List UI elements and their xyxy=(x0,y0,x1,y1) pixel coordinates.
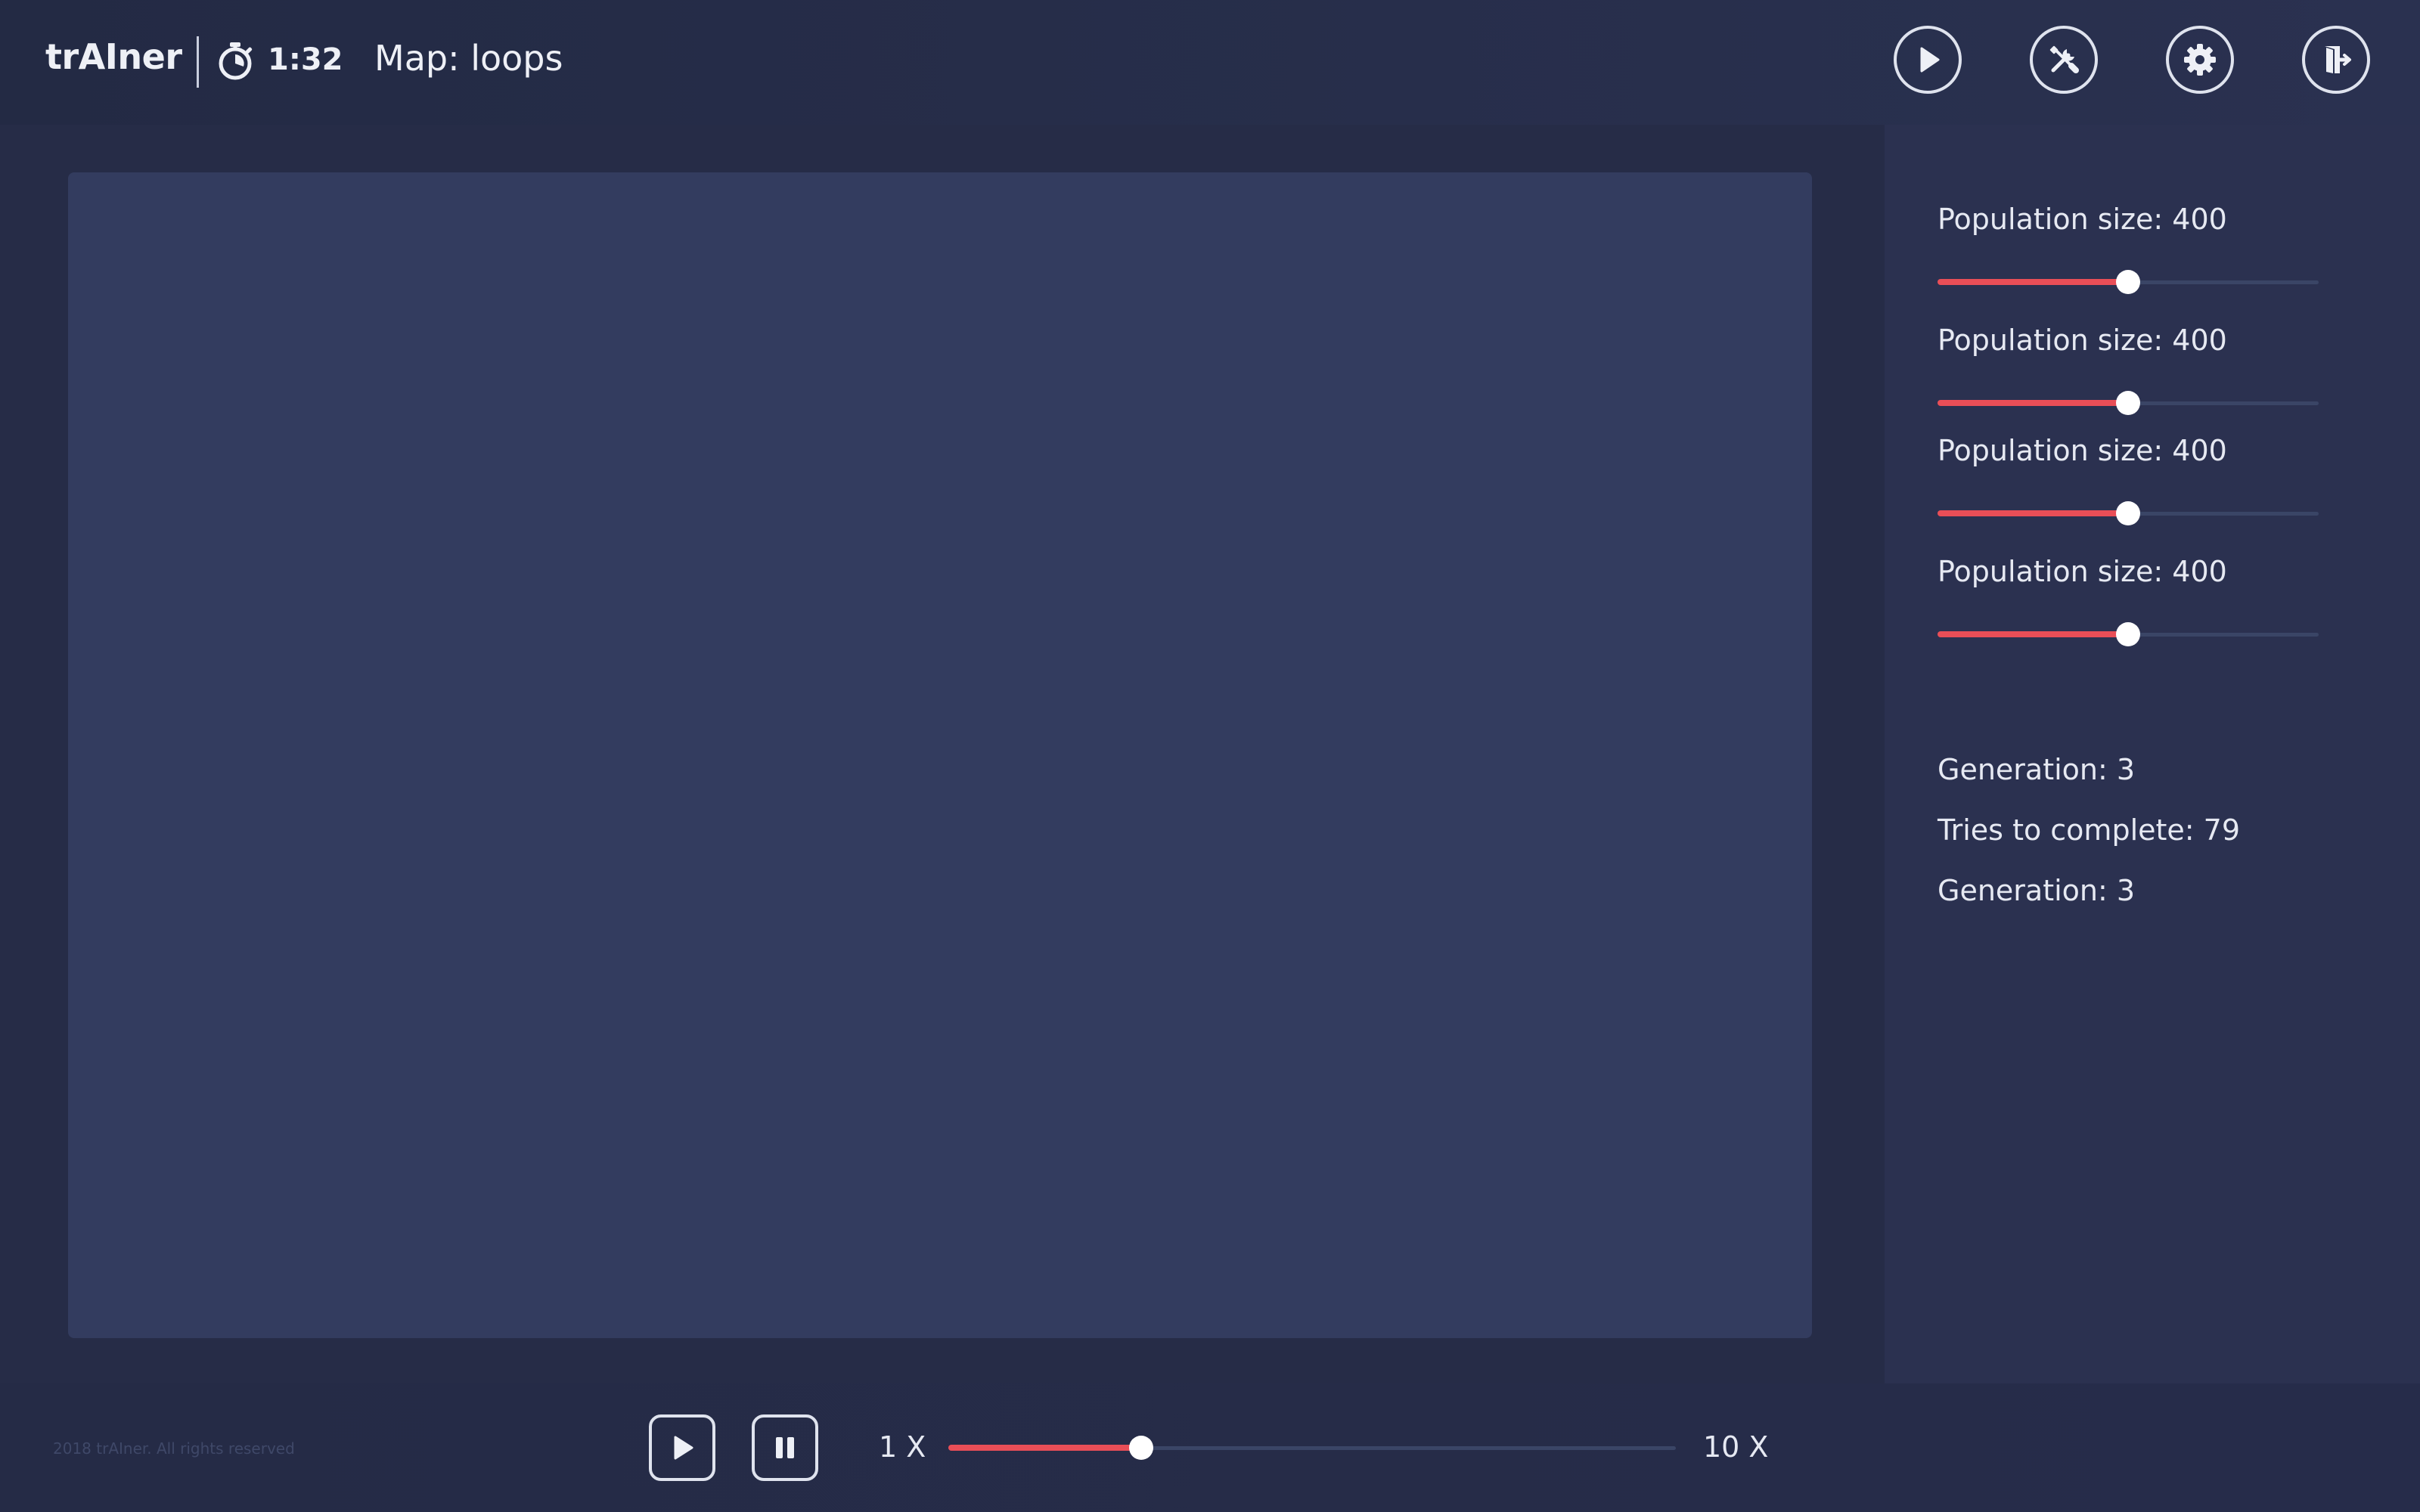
param-label: Population size: 400 xyxy=(1938,324,2227,357)
tools-icon xyxy=(2049,45,2079,73)
population-slider[interactable] xyxy=(1938,622,2319,646)
gear-icon xyxy=(2184,44,2216,76)
run-button[interactable] xyxy=(1894,26,1962,94)
param-population-1: Population size: 400 xyxy=(1938,203,2323,294)
param-label: Population size: 400 xyxy=(1938,203,2227,236)
tools-button[interactable] xyxy=(2030,26,2098,94)
param-label: Population size: 400 xyxy=(1938,555,2227,588)
play-icon xyxy=(674,1436,693,1460)
population-slider[interactable] xyxy=(1938,501,2319,525)
slider-thumb[interactable] xyxy=(1128,1436,1153,1460)
app-logo: trAIner xyxy=(45,36,182,77)
pause-button[interactable] xyxy=(752,1414,818,1481)
stat-generation-2: Generation: 3 xyxy=(1938,874,2136,907)
map-name: Map: loops xyxy=(374,38,563,79)
param-population-4: Population size: 400 xyxy=(1938,555,2323,646)
exit-button[interactable] xyxy=(2302,26,2370,94)
timer-value: 1:32 xyxy=(268,42,343,77)
slider-thumb[interactable] xyxy=(2116,501,2140,525)
stat-generation: Generation: 3 xyxy=(1938,753,2136,786)
speed-slider[interactable] xyxy=(948,1436,1676,1460)
slider-thumb[interactable] xyxy=(2116,270,2140,294)
param-population-3: Population size: 400 xyxy=(1938,434,2323,525)
pause-icon xyxy=(776,1437,794,1458)
speed-max-label: 10 X xyxy=(1703,1430,1769,1464)
exit-icon xyxy=(2325,46,2351,76)
param-population-2: Population size: 400 xyxy=(1938,324,2323,415)
settings-button[interactable] xyxy=(2166,26,2234,94)
simulation-canvas[interactable] xyxy=(68,172,1812,1338)
param-label: Population size: 400 xyxy=(1938,434,2227,467)
header-divider xyxy=(197,36,199,88)
copyright-text: 2018 trAIner. All rights reserved xyxy=(53,1439,295,1458)
population-slider[interactable] xyxy=(1938,391,2319,415)
speed-min-label: 1 X xyxy=(879,1430,926,1464)
play-button[interactable] xyxy=(649,1414,715,1481)
stat-tries-to-complete: Tries to complete: 79 xyxy=(1938,813,2241,847)
play-icon xyxy=(1920,47,1940,73)
slider-thumb[interactable] xyxy=(2116,391,2140,415)
stopwatch-icon xyxy=(219,42,253,80)
top-bar: trAIner 1:32 Map: loops xyxy=(0,0,2420,125)
slider-thumb[interactable] xyxy=(2116,622,2140,646)
population-slider[interactable] xyxy=(1938,270,2319,294)
